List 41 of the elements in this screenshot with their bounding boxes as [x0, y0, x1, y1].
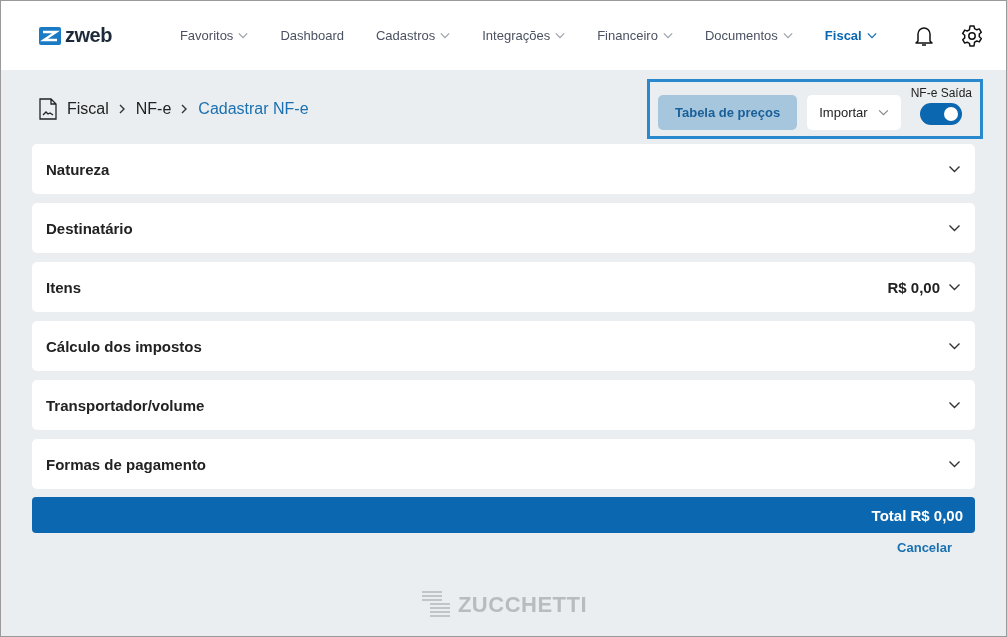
chevron-down-icon — [866, 32, 877, 39]
settings-icon[interactable] — [960, 23, 984, 48]
chevron-down-icon — [948, 401, 961, 409]
accordion-section[interactable]: Itens R$ 0,00 — [32, 262, 975, 312]
nav-menu-item[interactable]: Cadastros — [360, 28, 467, 43]
accordion-section[interactable]: Destinatário — [32, 203, 975, 253]
accordion-section[interactable]: Transportador/volume — [32, 380, 975, 430]
import-dropdown[interactable]: Importar — [807, 95, 901, 130]
chevron-down-icon — [782, 32, 793, 39]
total-text: Total R$ 0,00 — [871, 506, 963, 524]
chevron-down-icon — [948, 283, 961, 291]
chevron-right-icon — [181, 103, 189, 114]
nav-menu-item[interactable]: Financeiro — [581, 28, 689, 43]
nav-menu-item[interactable]: Documentos — [688, 28, 809, 43]
chevron-down-icon — [948, 165, 961, 173]
accordion-section[interactable]: Cálculo dos impostos — [32, 321, 975, 371]
nav-menu-item[interactable]: Favoritos — [163, 28, 265, 43]
logo-text: zweb — [65, 24, 112, 47]
chevron-down-icon — [238, 32, 249, 39]
accordion-section[interactable]: Formas de pagamento — [32, 439, 975, 489]
chevron-down-icon — [948, 224, 961, 232]
document-icon — [39, 97, 57, 120]
chevron-down-icon — [662, 32, 673, 39]
chevron-right-icon — [118, 103, 126, 114]
chevron-down-icon — [948, 460, 961, 468]
breadcrumb-item[interactable]: NF-e — [135, 99, 172, 118]
nav-menu-item[interactable]: Dashboard — [264, 28, 360, 43]
chevron-down-icon — [948, 342, 961, 350]
breadcrumb-item[interactable]: Fiscal — [67, 99, 109, 118]
nav-menu-item[interactable]: Fiscal — [808, 28, 893, 43]
nav-menu-item[interactable]: Integrações — [466, 28, 582, 43]
breadcrumb-item: Cadastrar NF-e — [198, 99, 309, 118]
chevron-down-icon — [555, 32, 566, 39]
chevron-down-icon — [877, 109, 889, 116]
toggle-label: NF-e Saída — [910, 86, 972, 100]
accordion-section[interactable]: Natureza — [32, 144, 975, 194]
chevron-down-icon — [440, 32, 451, 39]
cancel-link[interactable]: Cancelar — [897, 540, 952, 555]
price-table-button[interactable]: Tabela de preços — [658, 95, 798, 130]
logo-icon — [39, 26, 61, 45]
toggle-switch[interactable] — [920, 103, 963, 125]
